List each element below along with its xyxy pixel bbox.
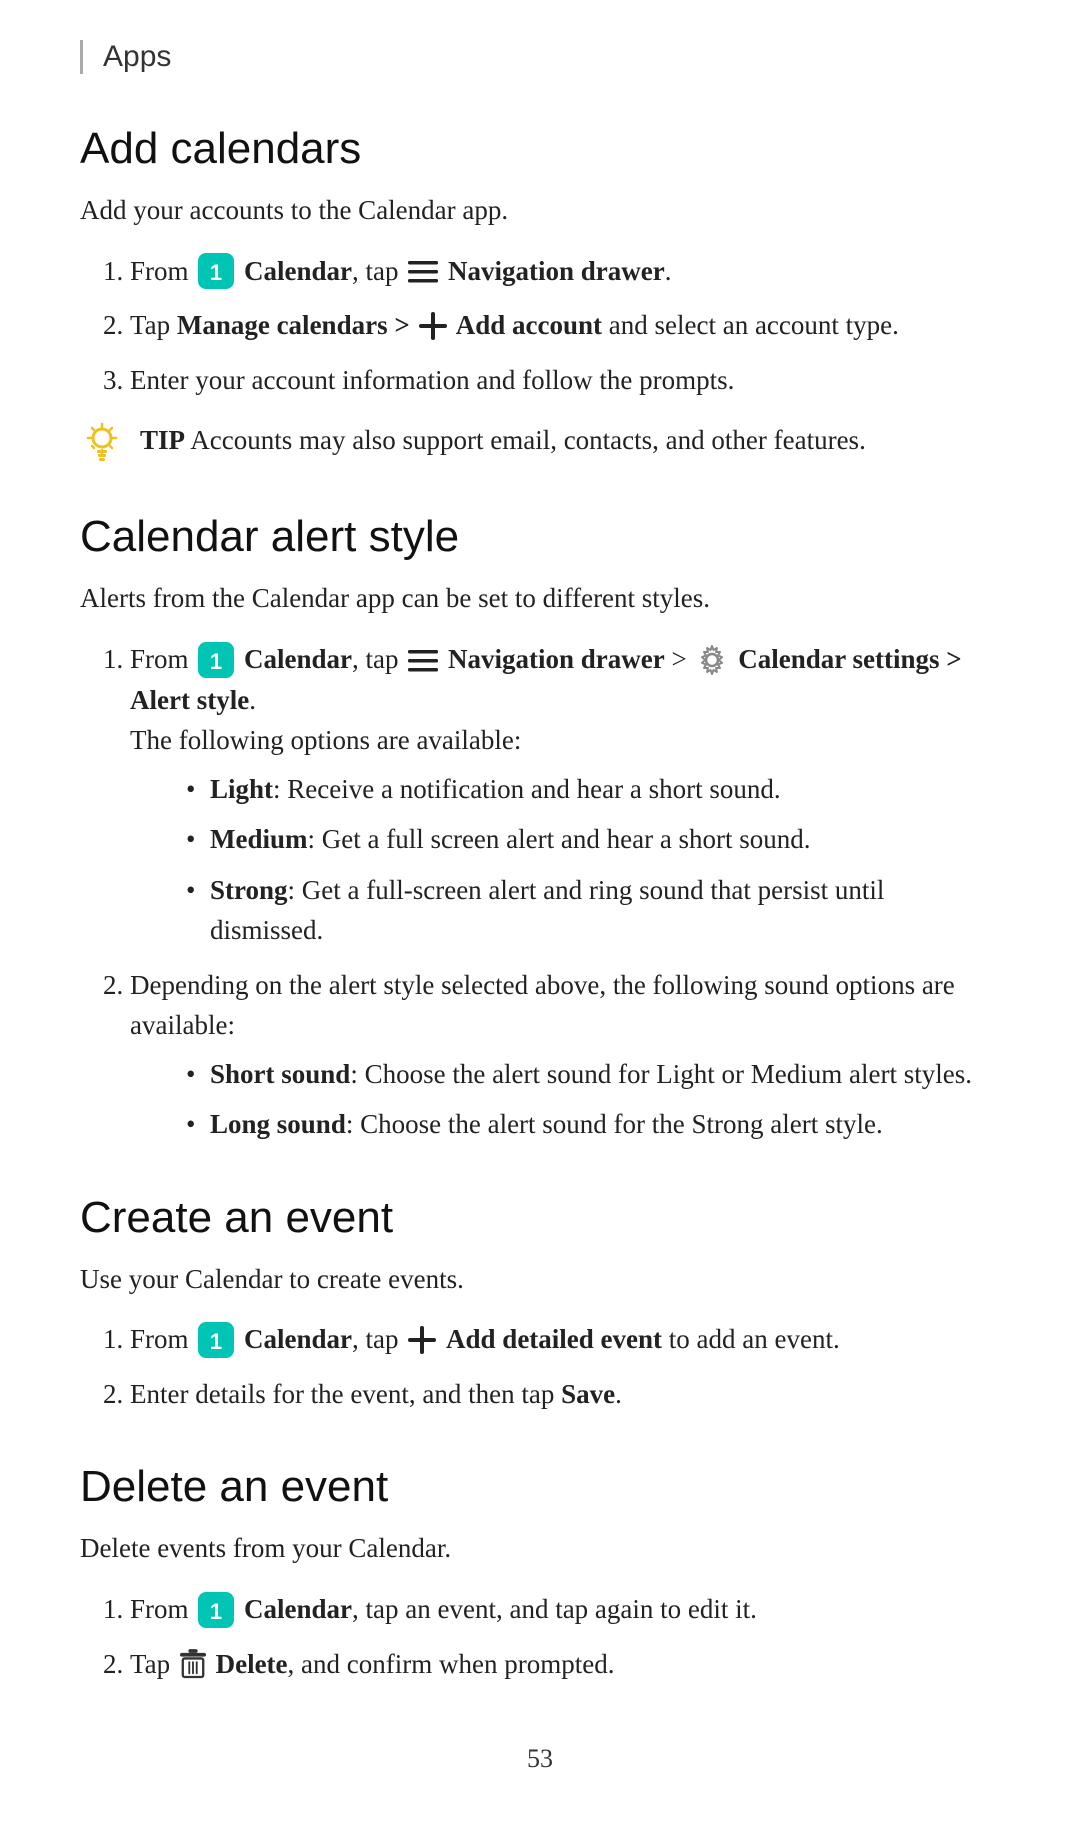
calendar-alert-steps: From 1 Calendar, tap Navigation drawer >… [80,639,1000,1145]
section-intro-delete-event: Delete events from your Calendar. [80,1528,1000,1569]
tip-text: TIP Accounts may also support email, con… [140,420,866,461]
step-item: From 1 Calendar, tap Navigation drawer. [130,251,1000,292]
svg-text:1: 1 [210,260,222,285]
sound-options: Short sound: Choose the alert sound for … [130,1054,1000,1145]
section-intro-add-calendars: Add your accounts to the Calendar app. [80,190,1000,231]
section-delete-event: Delete an event Delete events from your … [80,1462,1000,1684]
bullet-item: Strong: Get a full-screen alert and ring… [210,870,1000,951]
section-title-create-event: Create an event [80,1193,1000,1243]
step-item: Depending on the alert style selected ab… [130,965,1000,1145]
calendar-app-icon-4: 1 [198,1592,234,1628]
delete-trash-icon [180,1649,206,1679]
nav-drawer-icon-2 [408,650,438,672]
svg-text:1: 1 [210,1329,222,1354]
section-create-event: Create an event Use your Calendar to cre… [80,1193,1000,1415]
step-item: From 1 Calendar, tap Navigation drawer >… [130,639,1000,951]
section-calendar-alert-style: Calendar alert style Alerts from the Cal… [80,512,1000,1144]
bullet-item: Short sound: Choose the alert sound for … [210,1054,1000,1095]
add-calendars-steps: From 1 Calendar, tap Navigation drawer. … [80,251,1000,401]
svg-text:1: 1 [210,1599,222,1624]
calendar-app-icon: 1 [198,253,234,289]
section-title-calendar-alert-style: Calendar alert style [80,512,1000,562]
nav-drawer-icon [408,261,438,283]
section-add-calendars: Add calendars Add your accounts to the C… [80,124,1000,464]
step-item: Enter your account information and follo… [130,360,1000,401]
add-event-plus-icon [408,1326,436,1354]
tip-lightbulb-icon [80,420,124,464]
header-title: Apps [103,40,171,73]
calendar-settings-icon [696,644,728,676]
section-intro-calendar-alert-style: Alerts from the Calendar app can be set … [80,578,1000,619]
tip-box: TIP Accounts may also support email, con… [80,420,1000,464]
delete-event-steps: From 1 Calendar, tap an event, and tap a… [80,1589,1000,1684]
section-intro-create-event: Use your Calendar to create events. [80,1259,1000,1300]
step-item: Tap Manage calendars > Add account and s… [130,305,1000,346]
step-item: From 1 Calendar, tap Add detailed event … [130,1319,1000,1360]
section-title-delete-event: Delete an event [80,1462,1000,1512]
calendar-app-icon-3: 1 [198,1322,234,1358]
bullet-item: Long sound: Choose the alert sound for t… [210,1104,1000,1145]
calendar-app-icon-2: 1 [198,642,234,678]
section-title-add-calendars: Add calendars [80,124,1000,174]
bullet-item: Light: Receive a notification and hear a… [210,769,1000,810]
alert-style-options: Light: Receive a notification and hear a… [130,769,1000,951]
step-item: From 1 Calendar, tap an event, and tap a… [130,1589,1000,1630]
page-header: Apps [80,40,1000,74]
page-number: 53 [80,1744,1000,1774]
bullet-item: Medium: Get a full screen alert and hear… [210,819,1000,860]
svg-text:1: 1 [210,649,222,674]
add-account-plus-icon [419,312,447,340]
step-item: Enter details for the event, and then ta… [130,1374,1000,1415]
step-item: Tap Delete, and confirm when prompted. [130,1644,1000,1685]
create-event-steps: From 1 Calendar, tap Add detailed event … [80,1319,1000,1414]
